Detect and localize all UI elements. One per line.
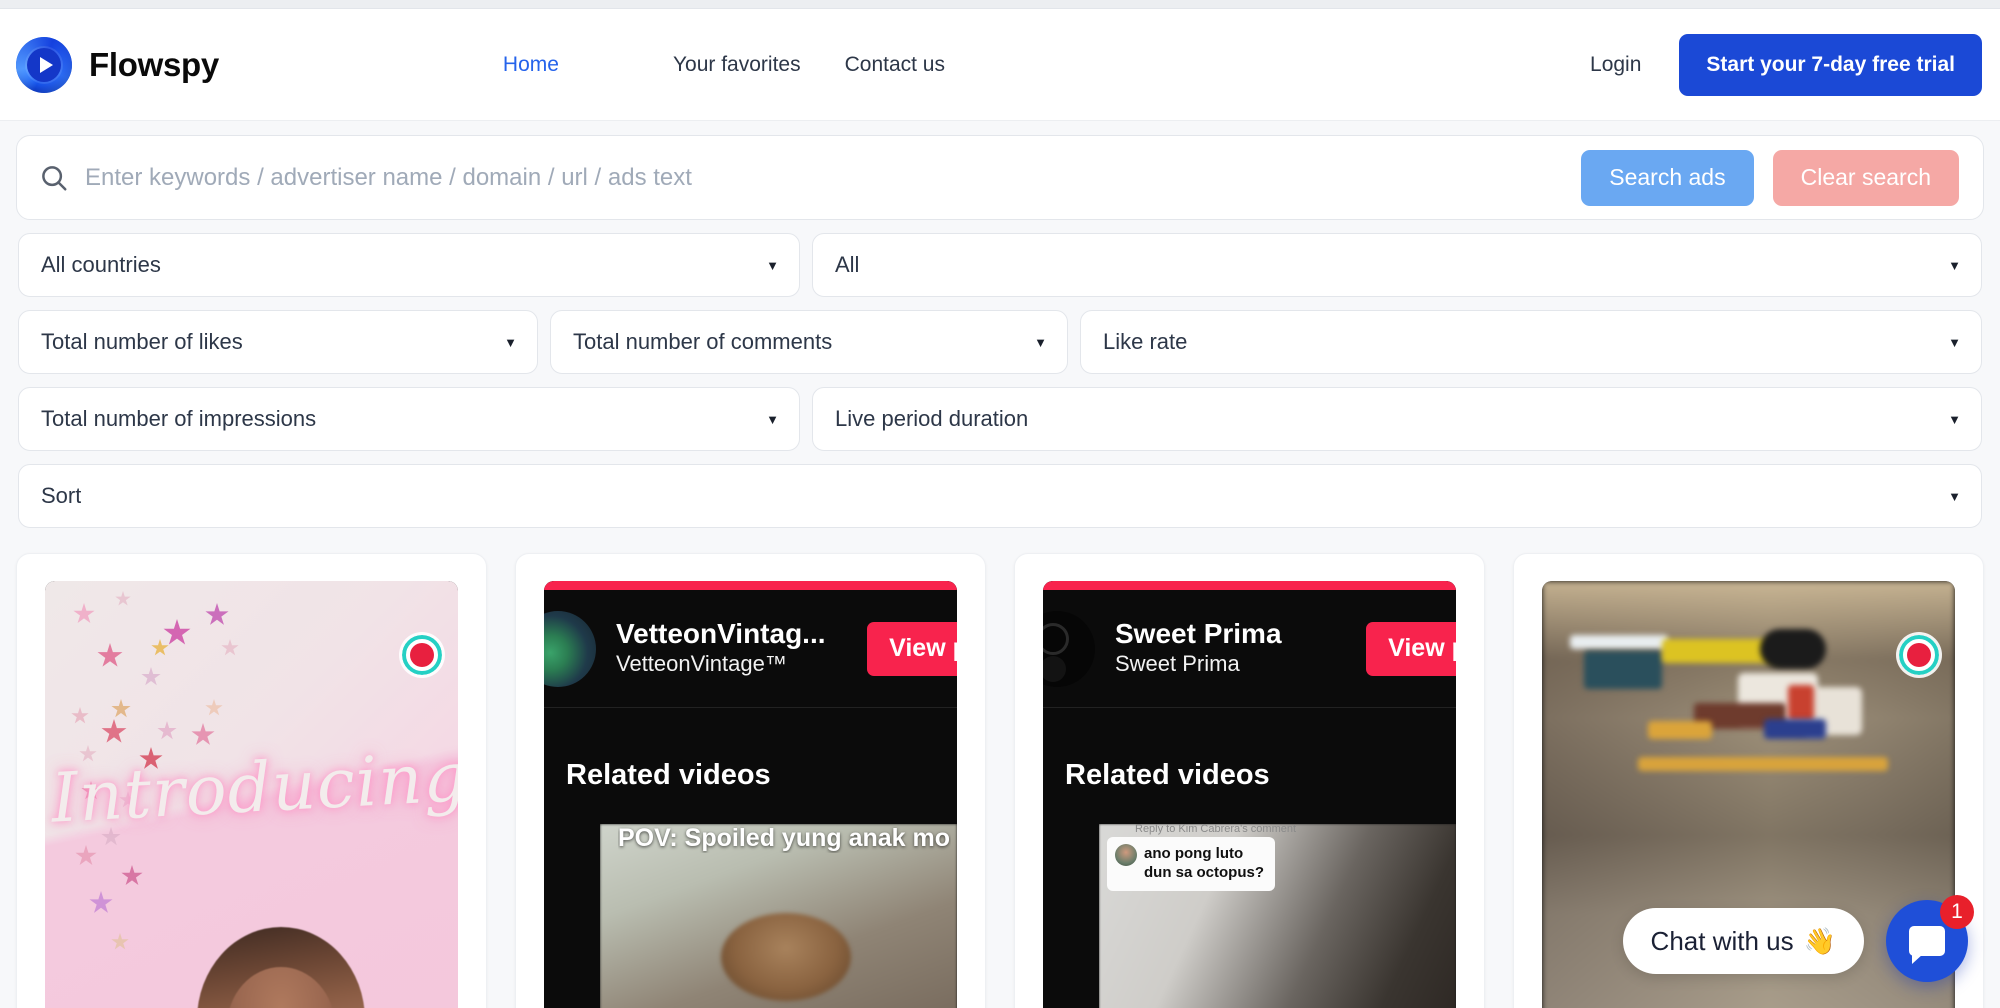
search-icon bbox=[39, 163, 69, 193]
filter-all-label: All bbox=[835, 252, 859, 278]
profile-name: Sweet Prima bbox=[1115, 618, 1366, 649]
ad-card[interactable]: VetteonVintag... VetteonVintage™ View pr… bbox=[515, 553, 986, 1008]
main-nav: Home Your favorites Contact us bbox=[503, 53, 945, 77]
filter-sort-label: Sort bbox=[41, 483, 81, 509]
ad-card-media[interactable]: VetteonVintag... VetteonVintage™ View pr… bbox=[544, 581, 957, 1008]
chevron-down-icon: ▼ bbox=[1948, 259, 1961, 272]
login-link[interactable]: Login bbox=[1590, 53, 1641, 77]
chevron-down-icon: ▼ bbox=[766, 259, 779, 272]
chevron-down-icon: ▼ bbox=[1034, 336, 1047, 349]
filter-sort[interactable]: Sort ▼ bbox=[18, 464, 1982, 528]
filter-total-impressions[interactable]: Total number of impressions ▼ bbox=[18, 387, 800, 451]
avatar bbox=[1043, 611, 1095, 687]
filter-row-2: Total number of likes ▼ Total number of … bbox=[18, 310, 1982, 374]
chat-launcher-button[interactable]: 1 bbox=[1886, 900, 1968, 982]
nav-item-your-favorites[interactable]: Your favorites bbox=[673, 53, 801, 77]
ad-card[interactable]: Introducing.. bbox=[16, 553, 487, 1008]
chat-unread-badge: 1 bbox=[1940, 895, 1974, 929]
chat-bubble-label: Chat with us bbox=[1651, 926, 1794, 957]
site-header: Flowspy Home Your favorites Contact us L… bbox=[0, 9, 2000, 121]
filter-row-4: Sort ▼ bbox=[18, 464, 1982, 528]
profile-handle: Sweet Prima bbox=[1115, 649, 1366, 679]
filter-total-comments[interactable]: Total number of comments ▼ bbox=[550, 310, 1068, 374]
filter-live-period-label: Live period duration bbox=[835, 406, 1028, 432]
nav-item-contact-us[interactable]: Contact us bbox=[845, 53, 945, 77]
chevron-down-icon: ▼ bbox=[1948, 413, 1961, 426]
start-free-trial-button[interactable]: Start your 7-day free trial bbox=[1679, 34, 1982, 96]
profile-name: VetteonVintag... bbox=[616, 618, 867, 649]
related-video-thumbnail[interactable]: Reply to Kim Cabrera's comment ano pong … bbox=[1099, 824, 1456, 1008]
chat-message-icon bbox=[1909, 926, 1945, 956]
chat-with-us-bubble[interactable]: Chat with us 👋 bbox=[1623, 908, 1864, 974]
filter-total-likes-label: Total number of likes bbox=[41, 329, 243, 355]
related-video-caption: POV: Spoiled yung anak mo bbox=[618, 824, 951, 853]
card-2-profile-row: VetteonVintag... VetteonVintage™ View pr… bbox=[544, 590, 957, 708]
related-videos-title: Related videos bbox=[1065, 759, 1270, 792]
brand[interactable]: Flowspy bbox=[16, 37, 219, 93]
tiktok-profile-badge-icon bbox=[1899, 635, 1939, 675]
profile-handle: VetteonVintage™ bbox=[616, 649, 867, 679]
view-profile-button[interactable]: View profile bbox=[1366, 622, 1456, 676]
browser-top-strip bbox=[0, 0, 2000, 9]
comment-overlay: Reply to Kim Cabrera's comment ano pong … bbox=[1107, 837, 1275, 891]
filter-row-3: Total number of impressions ▼ Live perio… bbox=[18, 387, 1982, 451]
search-input[interactable] bbox=[85, 164, 1581, 192]
card-3-profile-row: Sweet Prima Sweet Prima View profile bbox=[1043, 590, 1456, 708]
header-actions: Login Start your 7-day free trial bbox=[1590, 34, 1982, 96]
filter-all[interactable]: All ▼ bbox=[812, 233, 1982, 297]
nav-item-home[interactable]: Home bbox=[503, 53, 559, 77]
search-ads-button[interactable]: Search ads bbox=[1581, 150, 1753, 206]
chevron-down-icon: ▼ bbox=[504, 336, 517, 349]
filters-section: All countries ▼ All ▼ Total number of li… bbox=[18, 220, 1982, 528]
chevron-down-icon: ▼ bbox=[1948, 490, 1961, 503]
card-accent-bar bbox=[1043, 581, 1456, 590]
filter-like-rate-label: Like rate bbox=[1103, 329, 1187, 355]
filter-total-impressions-label: Total number of impressions bbox=[41, 406, 316, 432]
view-profile-button[interactable]: View profile bbox=[867, 622, 957, 676]
tiktok-profile-badge-icon bbox=[402, 635, 442, 675]
ad-card[interactable]: Sweet Prima Sweet Prima View profile Rel… bbox=[1014, 553, 1485, 1008]
filter-countries[interactable]: All countries ▼ bbox=[18, 233, 800, 297]
filter-row-1: All countries ▼ All ▼ bbox=[18, 233, 1982, 297]
chevron-down-icon: ▼ bbox=[766, 413, 779, 426]
comment-text: ano pong luto dun sa octopus? bbox=[1144, 844, 1267, 882]
filter-like-rate[interactable]: Like rate ▼ bbox=[1080, 310, 1982, 374]
avatar bbox=[544, 611, 596, 687]
chat-widget: Chat with us 👋 1 bbox=[1623, 900, 1968, 982]
clear-search-button[interactable]: Clear search bbox=[1773, 150, 1959, 206]
card-accent-bar bbox=[544, 581, 957, 590]
filter-total-likes[interactable]: Total number of likes ▼ bbox=[18, 310, 538, 374]
comment-reply-to: Reply to Kim Cabrera's comment bbox=[1135, 824, 1296, 835]
search-section: Search ads Clear search bbox=[18, 121, 1982, 220]
filter-countries-label: All countries bbox=[41, 252, 161, 278]
related-videos-title: Related videos bbox=[566, 759, 771, 792]
filter-total-comments-label: Total number of comments bbox=[573, 329, 832, 355]
filter-live-period[interactable]: Live period duration ▼ bbox=[812, 387, 1982, 451]
search-bar: Search ads Clear search bbox=[16, 135, 1984, 220]
ad-card-media[interactable]: Sweet Prima Sweet Prima View profile Rel… bbox=[1043, 581, 1456, 1008]
ad-card-media[interactable]: Introducing.. bbox=[45, 581, 458, 1008]
brand-name: Flowspy bbox=[89, 46, 219, 84]
wave-hand-icon: 👋 bbox=[1804, 926, 1836, 957]
chevron-down-icon: ▼ bbox=[1948, 336, 1961, 349]
comment-avatar bbox=[1115, 844, 1137, 866]
related-video-thumbnail[interactable]: POV: Spoiled yung anak mo bbox=[600, 824, 957, 1008]
play-logo-icon bbox=[16, 37, 72, 93]
